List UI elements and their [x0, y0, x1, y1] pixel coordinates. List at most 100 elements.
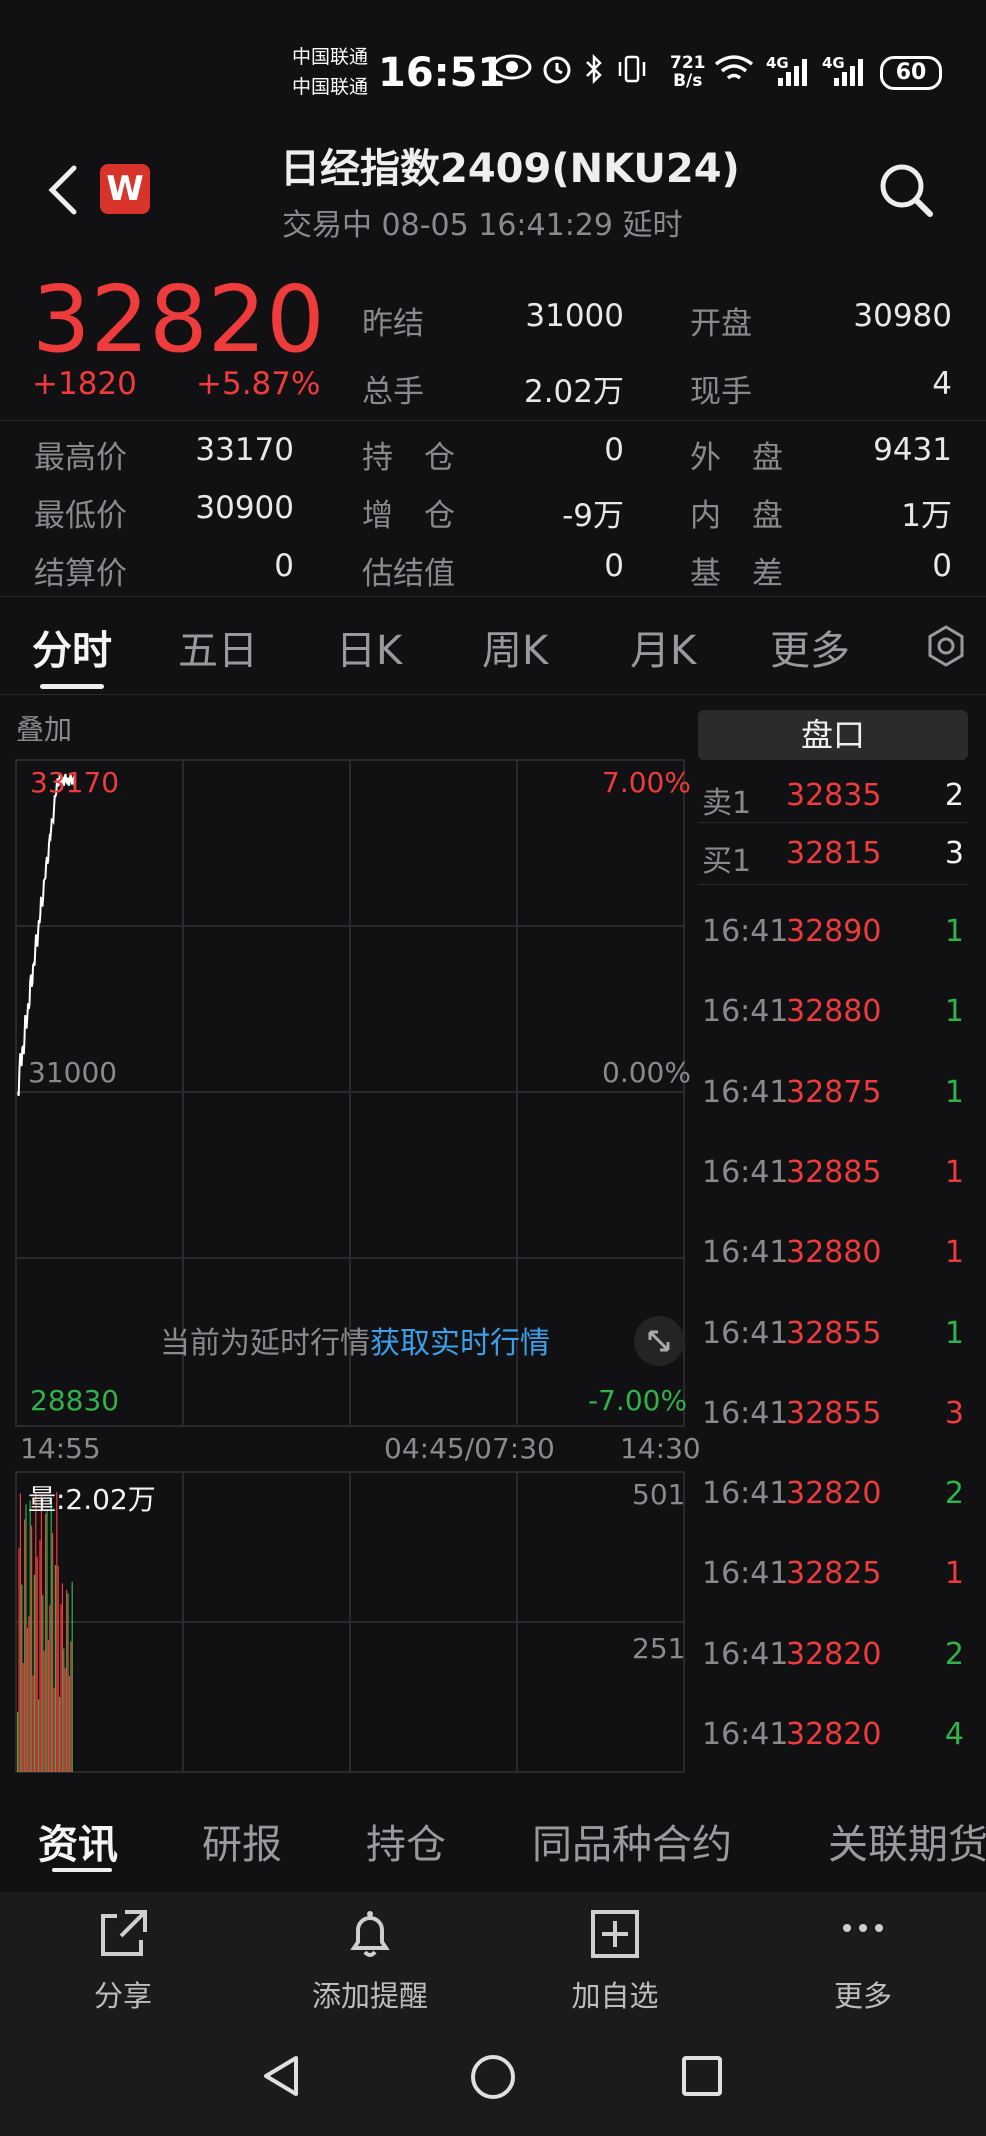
trade-tick-row: 16:41 32890 1	[702, 914, 964, 954]
add-watchlist-button[interactable]: 加自选	[552, 1906, 678, 2015]
current-price: 32820	[32, 266, 325, 373]
ask-qty: 2	[944, 778, 964, 813]
tick-qty: 1	[944, 914, 964, 949]
x-axis-mid-label: 04:45/07:30	[384, 1432, 555, 1465]
tab-news[interactable]: 资讯	[38, 1812, 118, 1870]
field-label: 基 差	[690, 556, 783, 592]
carrier-label-2: 中国联通	[292, 76, 369, 98]
timeshare-chart	[15, 759, 685, 1773]
share-label: 分享	[93, 1979, 152, 2013]
price-change: +1820	[32, 366, 137, 402]
pct-mid-label: 0.00%	[602, 1056, 691, 1089]
tick-price: 32820	[786, 1636, 882, 1672]
active-tab-indicator	[40, 684, 104, 689]
chart-settings-button[interactable]	[924, 624, 968, 672]
tab-research[interactable]: 研报	[202, 1812, 282, 1870]
volume-bar	[26, 1627, 28, 1772]
nav-home-icon	[471, 2055, 515, 2099]
add-watchlist-label: 加自选	[571, 1979, 659, 2013]
price-change-percent: +5.87%	[196, 366, 321, 402]
tab-day-k[interactable]: 日K	[336, 618, 402, 676]
tick-price: 32820	[786, 1717, 882, 1752]
tab-more[interactable]: 更多	[770, 618, 850, 676]
volume-bar	[32, 1675, 34, 1772]
tick-time: 16:41	[702, 1074, 789, 1110]
x-axis-end-label: 14:30	[620, 1432, 701, 1465]
volume-bar	[19, 1493, 21, 1772]
volume-bar	[64, 1668, 66, 1772]
volume-bar	[24, 1519, 26, 1772]
field-label: 总手	[362, 374, 424, 410]
fullscreen-button[interactable]	[634, 1316, 684, 1366]
volume-bar	[61, 1583, 63, 1772]
volume-top-label: 501	[632, 1478, 686, 1511]
volume-bar	[70, 1641, 72, 1772]
field-value: 2.02万	[523, 374, 624, 410]
field-value: 0	[274, 548, 294, 584]
tick-qty: 2	[944, 1636, 964, 1672]
volume-bar	[71, 1581, 73, 1772]
order-book-header[interactable]: 盘口	[698, 710, 968, 760]
tick-time: 16:41	[702, 1395, 789, 1431]
nav-back-icon	[264, 2056, 298, 2096]
share-button[interactable]: 分享	[60, 1906, 186, 2015]
tab-timeshare[interactable]: 分时	[32, 618, 112, 676]
tick-price: 32855	[786, 1395, 882, 1431]
divider	[698, 884, 968, 885]
tick-price: 32880	[786, 994, 882, 1030]
field-value: 30900	[195, 490, 294, 526]
y-axis-bottom-label: 28830	[30, 1384, 120, 1417]
nav-recents-button[interactable]	[680, 2054, 724, 2102]
more-icon	[800, 1906, 926, 1973]
volume-bar	[36, 1556, 38, 1772]
volume-bar	[52, 1532, 54, 1772]
add-watchlist-icon	[552, 1906, 678, 1973]
tab-week-k[interactable]: 周K	[482, 618, 548, 676]
volume-bar	[17, 1712, 19, 1772]
volume-bar	[33, 1574, 35, 1772]
realtime-link[interactable]: 获取实时行情	[370, 1326, 550, 1361]
add-alert-button[interactable]: 添加提醒	[300, 1906, 440, 2015]
nav-back-button[interactable]	[258, 2052, 306, 2104]
tab-month-k[interactable]: 月K	[630, 618, 696, 676]
net-speed-unit: B/s	[673, 71, 703, 91]
volume-bar	[56, 1492, 58, 1772]
page-title: 日经指数2409(NKU24)	[280, 146, 740, 192]
price-line-path	[17, 773, 76, 1097]
tick-time: 16:41	[702, 1154, 789, 1190]
tick-qty: 1	[944, 1154, 964, 1190]
bluetooth-icon	[584, 53, 604, 88]
tab-positions[interactable]: 持仓	[366, 1812, 446, 1870]
volume-bar	[47, 1639, 49, 1772]
search-button[interactable]	[876, 160, 936, 224]
volume-bar	[60, 1604, 62, 1772]
more-actions-button[interactable]: 更多	[800, 1906, 926, 2015]
field-label: 持 仓	[362, 440, 455, 476]
trade-tick-row: 16:41 32880 1	[702, 1235, 964, 1275]
field-label: 外 盘	[690, 440, 783, 476]
nav-home-button[interactable]	[468, 2052, 518, 2106]
tick-qty: 1	[944, 994, 964, 1030]
alarm-icon	[540, 52, 574, 90]
w-logo-icon: W	[100, 164, 150, 214]
volume-mid-label: 251	[632, 1632, 686, 1665]
volume-bar	[46, 1508, 48, 1772]
tick-price: 32890	[786, 914, 882, 949]
signal-type-1: 4G	[766, 54, 789, 72]
field-value: 0	[932, 548, 952, 584]
field-value: 33170	[195, 432, 294, 468]
trade-tick-row: 16:41 32880 1	[702, 994, 964, 1034]
tab-five-day[interactable]: 五日	[178, 618, 258, 676]
trade-tick-row: 16:41 32820 2	[702, 1476, 964, 1516]
tick-qty: 1	[944, 1556, 964, 1592]
overlay-button[interactable]: 叠加	[16, 708, 72, 748]
volume-bar	[66, 1589, 68, 1772]
tab-related-futures[interactable]: 关联期货	[828, 1812, 986, 1870]
delayed-notice-text: 当前为延时行情	[160, 1326, 370, 1361]
volume-bar	[38, 1699, 40, 1772]
status-time: 16:51	[378, 50, 506, 96]
tick-price: 32875	[786, 1074, 882, 1110]
back-button[interactable]	[44, 160, 84, 224]
tab-same-product-contracts[interactable]: 同品种合约	[532, 1812, 732, 1870]
volume-bar	[25, 1504, 27, 1772]
